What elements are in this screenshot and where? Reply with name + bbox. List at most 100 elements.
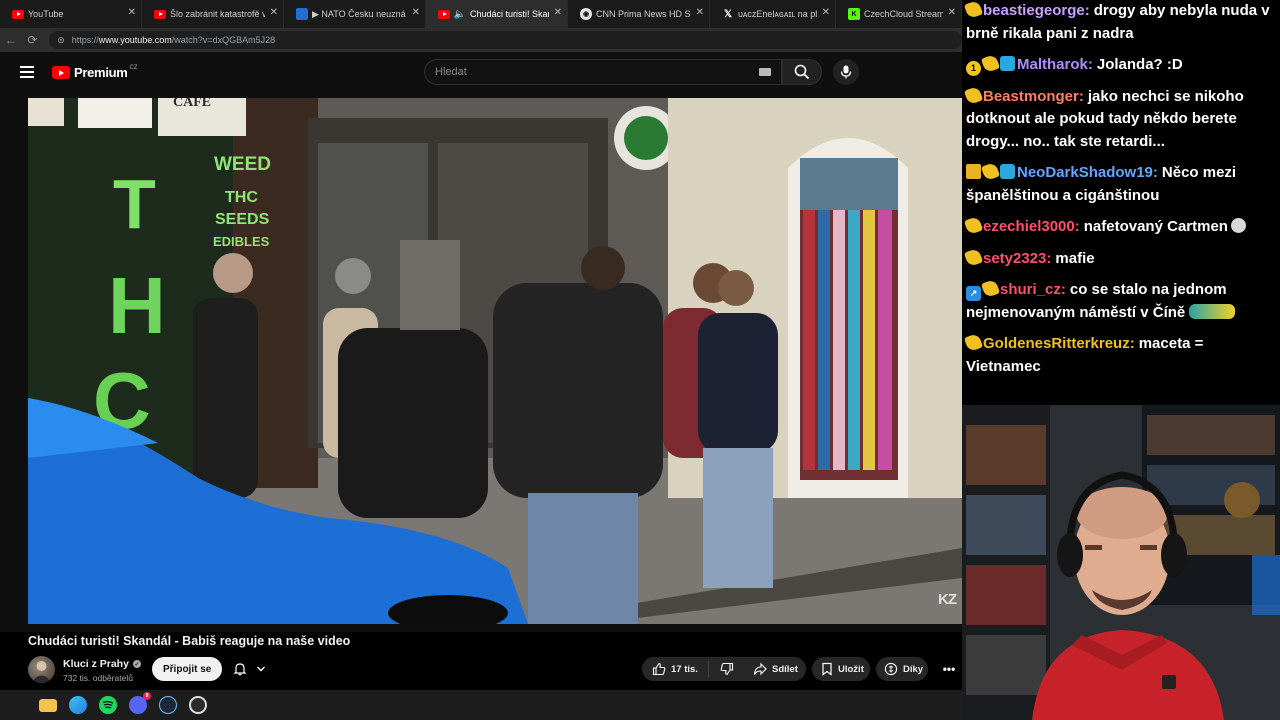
hand-badge-icon <box>980 161 1001 182</box>
hand-badge-icon <box>963 0 984 20</box>
search-input[interactable] <box>435 66 735 78</box>
webcam-frame <box>962 405 1280 720</box>
join-button[interactable]: Připojit se <box>152 657 223 681</box>
steam-icon[interactable] <box>159 696 177 714</box>
share-button[interactable]: Sdílet <box>744 657 806 681</box>
channel-name-link[interactable]: Kluci z Prahy ✓ <box>63 658 141 670</box>
news-icon <box>296 8 308 20</box>
cnn-icon: ◉ <box>580 8 592 20</box>
site-info-icon[interactable]: ⊜ <box>57 35 65 46</box>
chat-username-text: Beastmonger <box>983 87 1079 105</box>
browser-tab[interactable]: YouTube ✕ <box>0 0 142 28</box>
browser-tab[interactable]: 🔈 Chudáci turisti! Skandál ✕ <box>426 0 568 28</box>
tab-label: CzechCloud Stream - Wa <box>864 9 943 19</box>
cartman-emote-icon <box>1230 218 1246 233</box>
logo-text: Premium <box>74 65 128 80</box>
voice-search-button[interactable] <box>833 59 859 85</box>
bell-icon <box>233 663 246 676</box>
close-tab-icon[interactable]: ✕ <box>696 7 704 18</box>
chat-username[interactable]: Beastmonger: <box>983 88 1084 105</box>
search-box[interactable] <box>424 59 782 85</box>
chat-username[interactable]: sety2323: <box>983 250 1051 267</box>
kick-icon: K <box>848 8 860 20</box>
save-button[interactable]: Uložit <box>812 657 870 681</box>
chat-message: GoldenesRitterkreuz: maceta = Vietnamec <box>963 332 1276 378</box>
edge-browser-icon[interactable] <box>69 696 87 714</box>
chat-text: Jolanda? :D <box>1096 56 1183 73</box>
spotify-icon[interactable] <box>99 696 117 714</box>
chat-separator: : <box>1060 281 1066 298</box>
more-actions-button[interactable]: ••• <box>936 657 962 681</box>
chat-message: 1 Maltharok: Jolanda? :D <box>966 53 1276 77</box>
browser-tab-strip: YouTube✕Šlo zabránit katastrofě v Čern✕▶… <box>0 0 962 28</box>
video-frame: CAFE T H C WEED THC SEEDS EDIBLES 12 <box>28 98 962 624</box>
close-tab-icon[interactable]: ✕ <box>554 7 562 18</box>
hand-badge-icon <box>963 85 984 105</box>
chat-message: ezechiel3000: nafetovaný Cartmen <box>963 215 1276 239</box>
chat-username[interactable]: beastiegeorge: <box>983 2 1090 19</box>
tab-label: ▶ NATO Česku neuzná jako d <box>312 8 407 19</box>
reload-icon[interactable]: ⟳ <box>22 33 44 47</box>
windows-start-icon[interactable] <box>10 697 27 714</box>
youtube-icon <box>154 9 166 19</box>
subscriber-count: 732 tis. odběratelů <box>63 673 133 683</box>
share-icon <box>753 662 767 676</box>
scene-sign-edibles: EDIBLES <box>213 234 270 249</box>
channel-avatar[interactable] <box>28 656 55 683</box>
browser-tab[interactable]: ◉ CNN Prima News HD Sledujte ✕ <box>568 0 710 28</box>
file-explorer-icon[interactable] <box>39 698 57 712</box>
hand-badge-icon <box>963 332 984 353</box>
chat-message: sety2323: mafie <box>963 247 1276 271</box>
close-tab-icon[interactable]: ✕ <box>270 7 278 18</box>
dislike-button[interactable] <box>709 662 745 676</box>
browser-tab[interactable]: K CzechCloud Stream - Wa ✕ <box>836 0 962 28</box>
tab-label: Chudáci turisti! Skandál <box>470 9 549 19</box>
chat-username[interactable]: NeoDarkShadow19: <box>1017 164 1158 181</box>
notifications-button[interactable] <box>224 657 274 681</box>
chat-username-text: sety2323 <box>983 249 1047 267</box>
microphone-icon <box>840 65 852 79</box>
tank-emote-icon <box>1189 303 1236 319</box>
obs-icon[interactable] <box>189 696 207 714</box>
region-code: CZ <box>129 64 138 71</box>
address-bar[interactable]: ⊜ https://www.youtube.com/watch?v=dxQGBA… <box>49 31 962 49</box>
chat-separator: : <box>1046 249 1052 267</box>
browser-tab[interactable]: Šlo zabránit katastrofě v Čern ✕ <box>142 0 284 28</box>
chat-username-text: ezechiel3000 <box>983 218 1075 235</box>
video-player[interactable]: CAFE T H C WEED THC SEEDS EDIBLES 12 <box>28 98 962 624</box>
scene-sign-thc: THC <box>225 189 258 206</box>
chat-username[interactable]: Maltharok: <box>1017 56 1093 73</box>
close-tab-icon[interactable]: ✕ <box>128 7 136 18</box>
chat-username-text: NeoDarkShadow19 <box>1017 164 1153 181</box>
keyboard-icon[interactable] <box>759 68 771 76</box>
verified-icon: ✓ <box>132 660 141 668</box>
menu-icon[interactable] <box>20 66 34 78</box>
browser-tab[interactable]: 𝕏ᴜᴀᴄᴢEnelᴀɢᴀɪʟ na platformě X ✕ <box>710 0 836 28</box>
scene-sign-seeds: SEEDS <box>215 211 270 228</box>
more-icon: ••• <box>942 662 956 676</box>
browser-tab[interactable]: ▶ NATO Česku neuzná jako d ✕ <box>284 0 426 28</box>
scene-letter-h: H <box>108 261 166 350</box>
close-tab-icon[interactable]: ✕ <box>822 7 830 18</box>
tab-label: CNN Prima News HD Sledujte <box>596 9 691 19</box>
close-tab-icon[interactable]: ✕ <box>412 7 420 18</box>
discord-icon[interactable]: 9 <box>129 692 151 714</box>
chat-text: nafetovaný Cartmen <box>1083 218 1228 235</box>
chat-message: Beastmonger: jako nechci se nikoho dotkno… <box>963 85 1276 154</box>
close-tab-icon[interactable]: ✕ <box>948 7 956 18</box>
youtube-premium-logo[interactable]: Premium CZ <box>52 65 138 80</box>
chat-username-text: Maltharok <box>1017 56 1088 73</box>
cube-badge-icon <box>1000 164 1015 179</box>
thanks-button[interactable]: Díky <box>876 657 928 681</box>
search-button[interactable] <box>782 59 822 85</box>
tab-label: ᴜᴀᴄᴢEnelᴀɢᴀɪʟ na platformě X <box>738 9 817 19</box>
save-label: Uložit <box>838 663 864 675</box>
url-scheme: https:// <box>71 35 99 45</box>
chat-message: beastiegeorge: drogy aby nebyla nuda v br… <box>963 0 1276 45</box>
chat-username[interactable]: GoldenesRitterkreuz: <box>983 335 1135 352</box>
speaker-icon[interactable]: 🔈 <box>454 8 466 20</box>
like-button[interactable]: 17 tis. <box>642 661 709 677</box>
chat-username[interactable]: ezechiel3000: <box>983 218 1080 235</box>
back-icon[interactable]: ← <box>0 33 22 47</box>
chat-username[interactable]: shuri_cz: <box>1000 281 1066 298</box>
